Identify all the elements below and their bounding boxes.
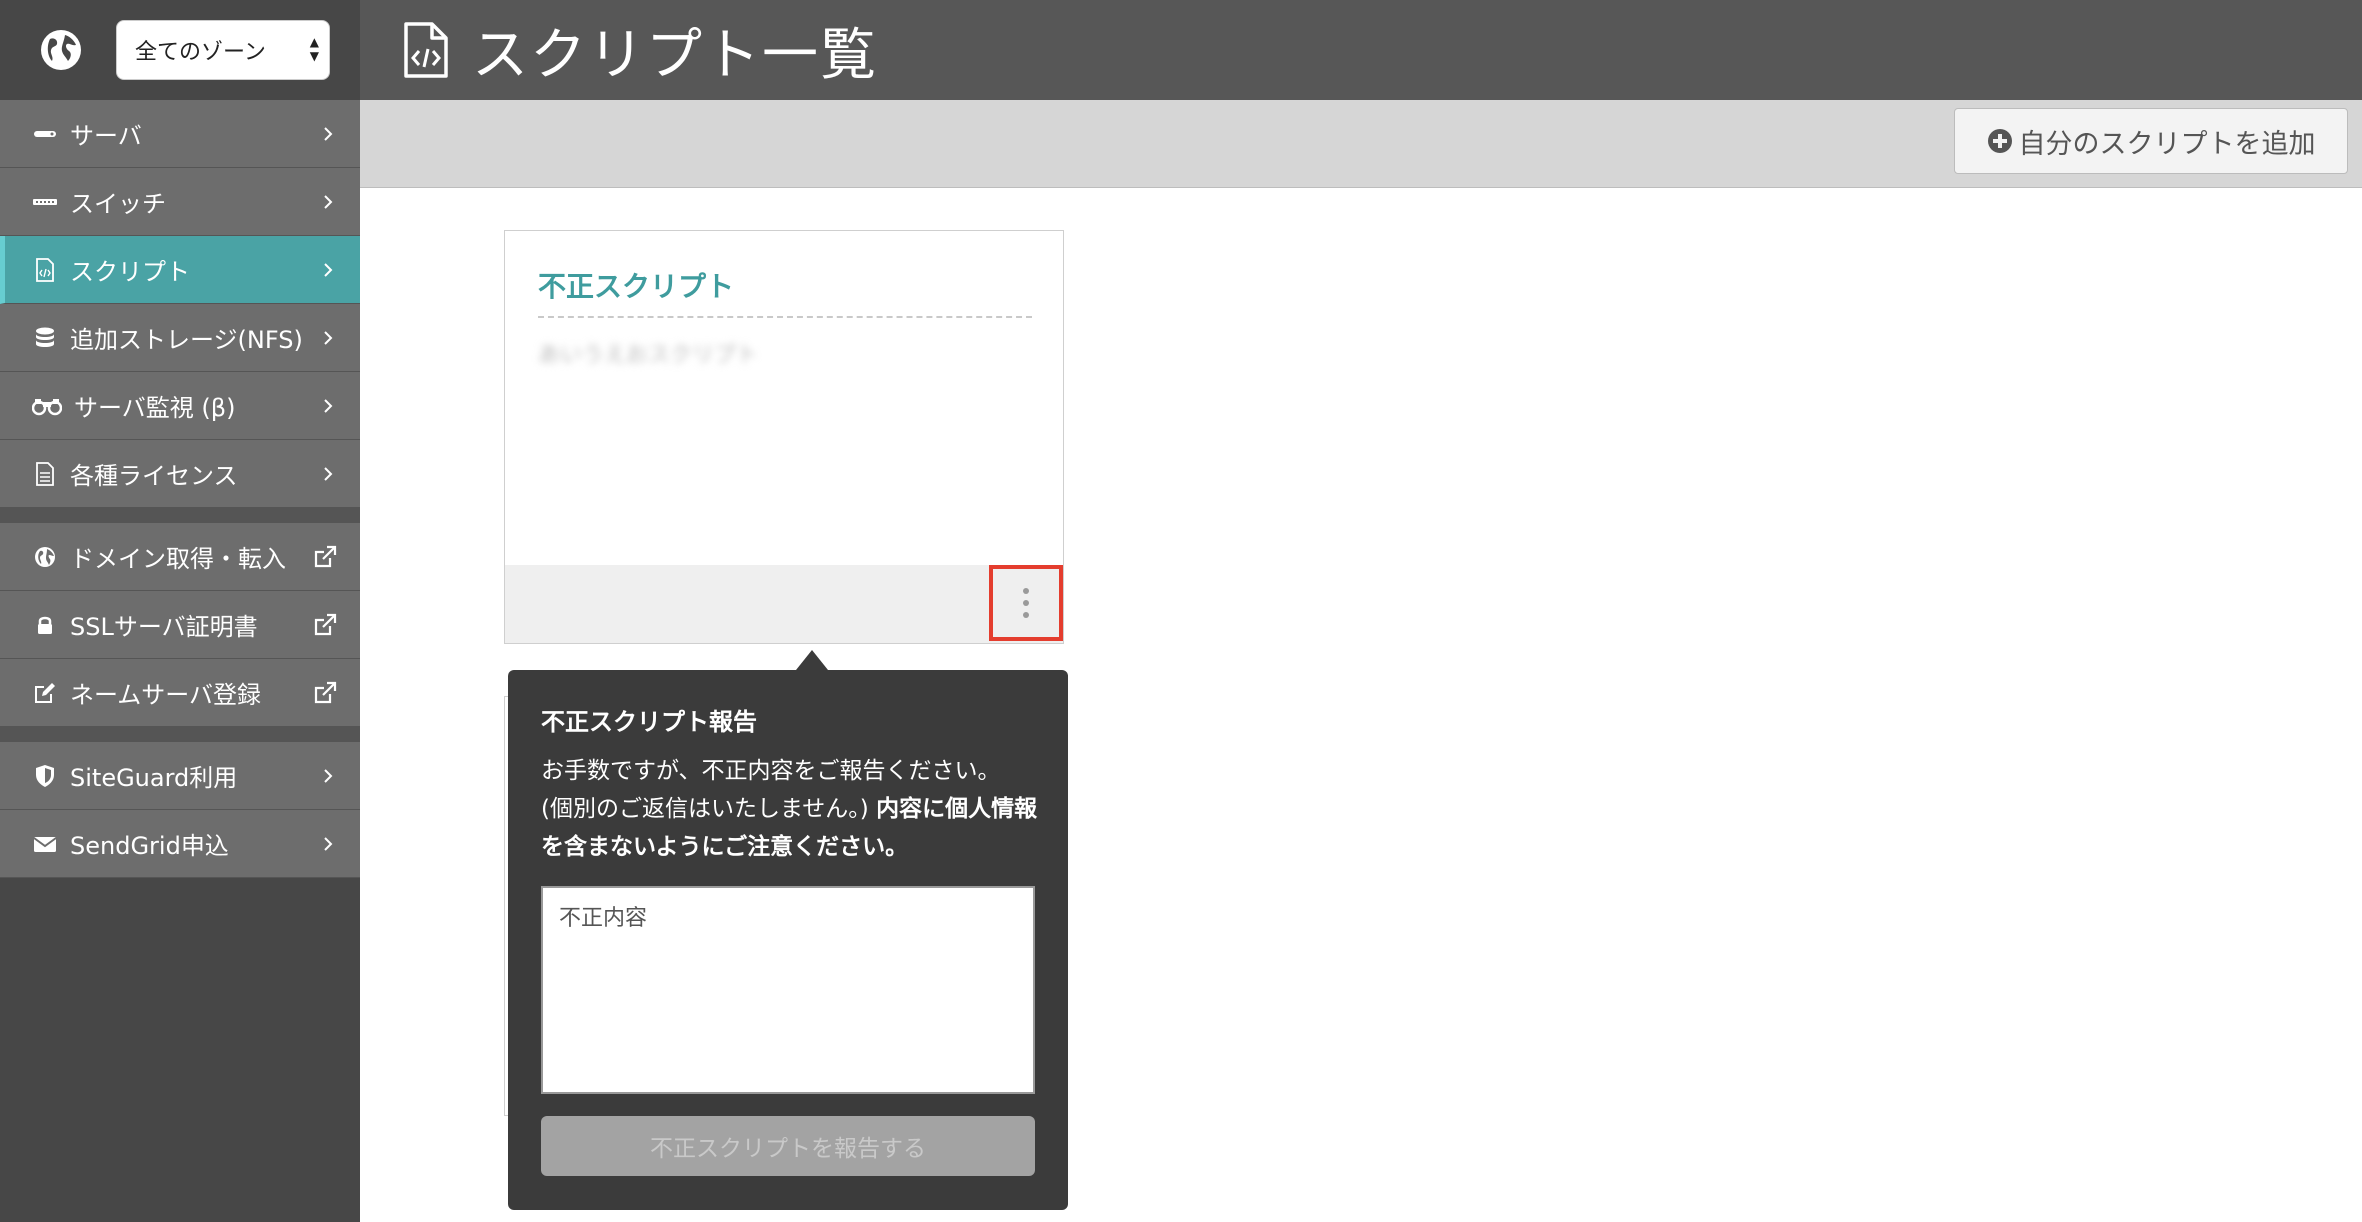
more-dot xyxy=(1023,612,1029,618)
sidebar-item-label: SiteGuard利用 xyxy=(70,764,238,792)
add-script-button[interactable]: 自分のスクリプトを追加 xyxy=(1954,108,2348,174)
envelope-icon xyxy=(32,831,58,857)
sidebar-item-edit[interactable]: ネームサーバ登録 xyxy=(0,659,360,727)
external-link-icon xyxy=(312,545,338,567)
chevron-right-icon xyxy=(318,464,338,484)
database-icon xyxy=(32,325,58,351)
shield-icon xyxy=(32,763,58,789)
sidebar-item-label: サーバ xyxy=(70,122,142,150)
more-dots-icon xyxy=(1023,588,1029,594)
toolbar: 自分のスクリプトを追加 xyxy=(360,100,2362,188)
popover-title: 不正スクリプト報告 xyxy=(541,708,757,736)
sidebar-item-lock[interactable]: SSLサーバ証明書 xyxy=(0,591,360,659)
external-link-icon xyxy=(312,613,338,635)
more-options-button[interactable] xyxy=(989,565,1063,641)
sidebar-item-label: 追加ストレージ(NFS) xyxy=(70,326,303,354)
popover-body: お手数ですが、不正内容をご報告ください。 (個別のご返信はいたしません。) 内容… xyxy=(541,752,1041,866)
sidebar-item-shield[interactable]: SiteGuard利用 xyxy=(0,742,360,810)
card-divider xyxy=(538,316,1032,318)
sidebar-item-label: SendGrid申込 xyxy=(70,832,229,860)
zone-select[interactable]: 全てのゾーン ▲ ▼ xyxy=(116,20,330,80)
lock-icon xyxy=(32,612,58,638)
sidebar-item-server[interactable]: サーバ xyxy=(0,100,360,168)
chevron-right-icon xyxy=(318,396,338,416)
page-header: スクリプト一覧 xyxy=(360,0,2362,100)
globe-icon xyxy=(32,544,58,570)
card-title[interactable]: 不正スクリプト xyxy=(538,265,734,305)
external-link-icon xyxy=(312,681,338,703)
nav-group-divider xyxy=(0,508,360,523)
popover-arrow xyxy=(796,650,828,670)
edit-icon xyxy=(32,680,58,706)
report-popover: 不正スクリプト報告 お手数ですが、不正内容をご報告ください。 (個別のご返信はい… xyxy=(508,670,1068,1210)
script-file-icon xyxy=(404,22,448,78)
sidebar-item-binoculars[interactable]: サーバ監視 (β) xyxy=(0,372,360,440)
sidebar-item-label: スイッチ xyxy=(70,190,166,218)
page-title: スクリプト一覧 xyxy=(472,22,878,88)
card-footer xyxy=(505,565,1063,643)
script-card: 不正スクリプト あいうえおスクリプト xyxy=(504,230,1064,644)
server-icon xyxy=(32,121,58,147)
chevron-right-icon xyxy=(318,124,338,144)
sidebar-item-label: ネームサーバ登録 xyxy=(70,681,262,709)
select-arrows-icon: ▲ ▼ xyxy=(309,35,319,63)
submit-report-button[interactable]: 不正スクリプトを報告する xyxy=(541,1116,1035,1176)
sidebar-item-label: SSLサーバ証明書 xyxy=(70,613,258,641)
script-icon xyxy=(32,257,58,283)
binoculars-icon xyxy=(32,393,62,419)
chevron-right-icon xyxy=(318,192,338,212)
switch-icon xyxy=(32,189,58,215)
popover-body-line1: お手数ですが、不正内容をご報告ください。 xyxy=(541,758,1001,784)
sidebar-item-label: スクリプト xyxy=(70,258,190,286)
add-script-label: 自分のスクリプトを追加 xyxy=(2018,128,2316,159)
chevron-right-icon xyxy=(318,260,338,280)
sidebar-item-switch[interactable]: スイッチ xyxy=(0,168,360,236)
popover-body-line2: (個別のご返信はいたしません。) xyxy=(541,796,877,822)
chevron-right-icon xyxy=(318,834,338,854)
sidebar-item-globe[interactable]: ドメイン取得・転入 xyxy=(0,523,360,591)
sidebar-item-envelope[interactable]: SendGrid申込 xyxy=(0,810,360,878)
more-dot xyxy=(1023,600,1029,606)
report-content-input[interactable] xyxy=(541,886,1035,1094)
card-description: あいうえおスクリプト xyxy=(538,343,759,368)
nav-group-divider xyxy=(0,727,360,742)
globe-icon[interactable] xyxy=(38,27,84,73)
chevron-right-icon xyxy=(318,766,338,786)
sidebar-item-database[interactable]: 追加ストレージ(NFS) xyxy=(0,304,360,372)
sidebar-nav: サーバスイッチスクリプト追加ストレージ(NFS) サーバ監視 (β) 各種ライセンス… xyxy=(0,100,360,878)
sidebar-top: 全てのゾーン ▲ ▼ xyxy=(0,0,360,100)
sidebar-item-label: ドメイン取得・転入 xyxy=(70,545,286,573)
sidebar: 全てのゾーン ▲ ▼ サーバスイッチスクリプト追加ストレージ(NFS) サーバ監視 … xyxy=(0,0,360,1222)
plus-circle-icon xyxy=(1987,129,2012,153)
sidebar-item-document[interactable]: 各種ライセンス xyxy=(0,440,360,508)
chevron-right-icon xyxy=(318,328,338,348)
zone-select-value: 全てのゾーン xyxy=(135,40,266,65)
sidebar-item-label: 各種ライセンス xyxy=(70,462,238,490)
document-icon xyxy=(32,461,58,487)
sidebar-item-script[interactable]: スクリプト xyxy=(0,236,360,304)
sidebar-item-label: サーバ監視 (β) xyxy=(74,394,236,422)
